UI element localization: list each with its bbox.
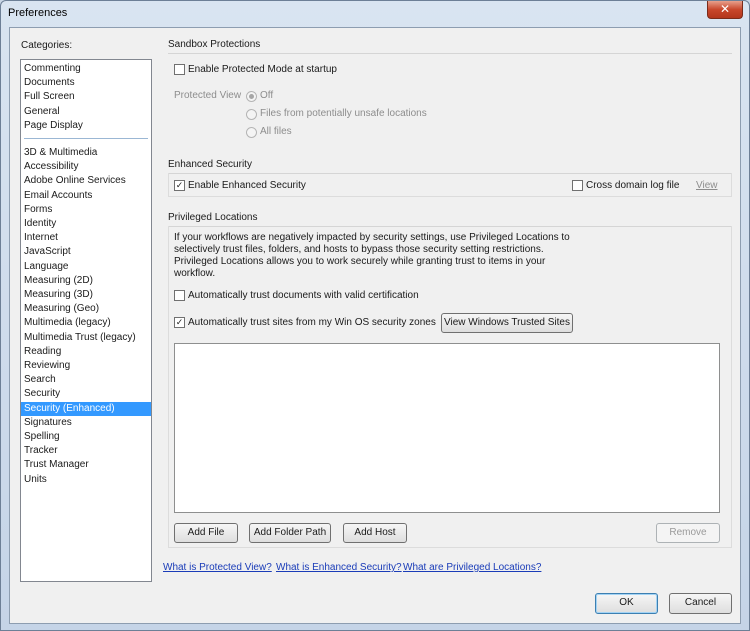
category-item[interactable]: Reviewing	[21, 359, 151, 373]
protected-view-label: Protected View	[174, 90, 242, 101]
enable-enhanced-security-label[interactable]: Enable Enhanced Security	[188, 180, 306, 191]
protected-view-all-radio[interactable]	[246, 127, 257, 138]
category-item[interactable]: Documents	[21, 76, 151, 90]
protected-mode-checkbox[interactable]	[174, 64, 185, 75]
enhanced-group-title: Enhanced Security	[168, 159, 252, 170]
protected-view-unsafe-radio[interactable]	[246, 109, 257, 120]
category-item[interactable]: Full Screen	[21, 90, 151, 104]
enable-enhanced-security-checkbox[interactable]: ✓	[174, 180, 185, 191]
what-is-protected-view-link[interactable]: What is Protected View?	[163, 562, 272, 573]
category-item[interactable]: Accessibility	[21, 160, 151, 174]
category-item[interactable]: 3D & Multimedia	[21, 146, 151, 160]
privileged-description: If your workflows are negatively impacte…	[174, 232, 570, 279]
categories-label: Categories:	[21, 40, 73, 51]
cross-domain-log-label[interactable]: Cross domain log file	[586, 180, 679, 191]
what-are-privileged-locations-link[interactable]: What are Privileged Locations?	[403, 562, 541, 573]
category-item[interactable]: Signatures	[21, 416, 151, 430]
title-bar[interactable]: Preferences ✕	[1, 1, 749, 27]
category-item[interactable]: Search	[21, 373, 151, 387]
category-item[interactable]: Identity	[21, 217, 151, 231]
trust-win-sites-label[interactable]: Automatically trust sites from my Win OS…	[188, 317, 436, 328]
close-window-button[interactable]: ✕	[707, 1, 743, 19]
protected-view-all-label[interactable]: All files	[260, 126, 292, 137]
category-item[interactable]: Reading	[21, 345, 151, 359]
protected-view-off-radio[interactable]	[246, 91, 257, 102]
cross-domain-log-checkbox[interactable]	[572, 180, 583, 191]
trust-certified-checkbox[interactable]	[174, 290, 185, 301]
category-item[interactable]: Forms	[21, 203, 151, 217]
categories-list[interactable]: Commenting Documents Full Screen General Pag…	[20, 59, 152, 582]
view-log-link[interactable]: View	[696, 180, 718, 191]
category-item[interactable]: General	[21, 105, 151, 119]
protected-mode-label[interactable]: Enable Protected Mode at startup	[188, 64, 337, 75]
category-item[interactable]: Units	[21, 473, 151, 487]
add-host-button[interactable]: Add Host	[343, 523, 407, 543]
add-file-button[interactable]: Add File	[174, 523, 238, 543]
preferences-window: Preferences ✕ Categories: Commenting Docu…	[0, 0, 750, 631]
cancel-button[interactable]: Cancel	[669, 593, 732, 614]
ok-button[interactable]: OK	[595, 593, 658, 614]
category-item[interactable]: Measuring (3D)	[21, 288, 151, 302]
category-item[interactable]: Language	[21, 260, 151, 274]
category-item[interactable]: JavaScript	[21, 245, 151, 259]
trust-win-sites-checkbox[interactable]: ✓	[174, 317, 185, 328]
category-item[interactable]: Page Display	[21, 119, 151, 133]
category-item[interactable]: Trust Manager	[21, 458, 151, 472]
trust-certified-label[interactable]: Automatically trust documents with valid…	[188, 290, 419, 301]
category-item[interactable]: Security	[21, 387, 151, 401]
category-item[interactable]: Commenting	[21, 62, 151, 76]
sandbox-group-title: Sandbox Protections	[168, 39, 261, 50]
view-windows-trusted-sites-button[interactable]: View Windows Trusted Sites	[441, 313, 573, 333]
category-item[interactable]: Tracker	[21, 444, 151, 458]
what-is-enhanced-security-link[interactable]: What is Enhanced Security?	[276, 562, 402, 573]
category-item[interactable]: Security (Enhanced)	[21, 401, 151, 416]
category-item[interactable]: Multimedia Trust (legacy)	[21, 331, 151, 345]
categories-separator	[24, 138, 148, 139]
remove-button[interactable]: Remove	[656, 523, 720, 543]
category-item[interactable]: Measuring (Geo)	[21, 302, 151, 316]
privileged-group-title: Privileged Locations	[168, 212, 258, 223]
privileged-locations-list[interactable]	[174, 343, 720, 513]
category-item[interactable]: Spelling	[21, 430, 151, 444]
protected-view-unsafe-label[interactable]: Files from potentially unsafe locations	[260, 108, 427, 119]
window-title: Preferences	[8, 7, 68, 19]
add-folder-path-button[interactable]: Add Folder Path	[249, 523, 331, 543]
close-icon: ✕	[719, 2, 731, 16]
category-item[interactable]: Adobe Online Services	[21, 174, 151, 188]
protected-view-off-label[interactable]: Off	[260, 90, 273, 101]
category-item[interactable]: Internet	[21, 231, 151, 245]
category-item[interactable]: Measuring (2D)	[21, 274, 151, 288]
category-item[interactable]: Multimedia (legacy)	[21, 316, 151, 330]
sandbox-group-divider	[168, 53, 732, 54]
category-item[interactable]: Email Accounts	[21, 189, 151, 203]
dialog-client-area: Categories: Commenting Documents Full Scre…	[9, 27, 741, 624]
